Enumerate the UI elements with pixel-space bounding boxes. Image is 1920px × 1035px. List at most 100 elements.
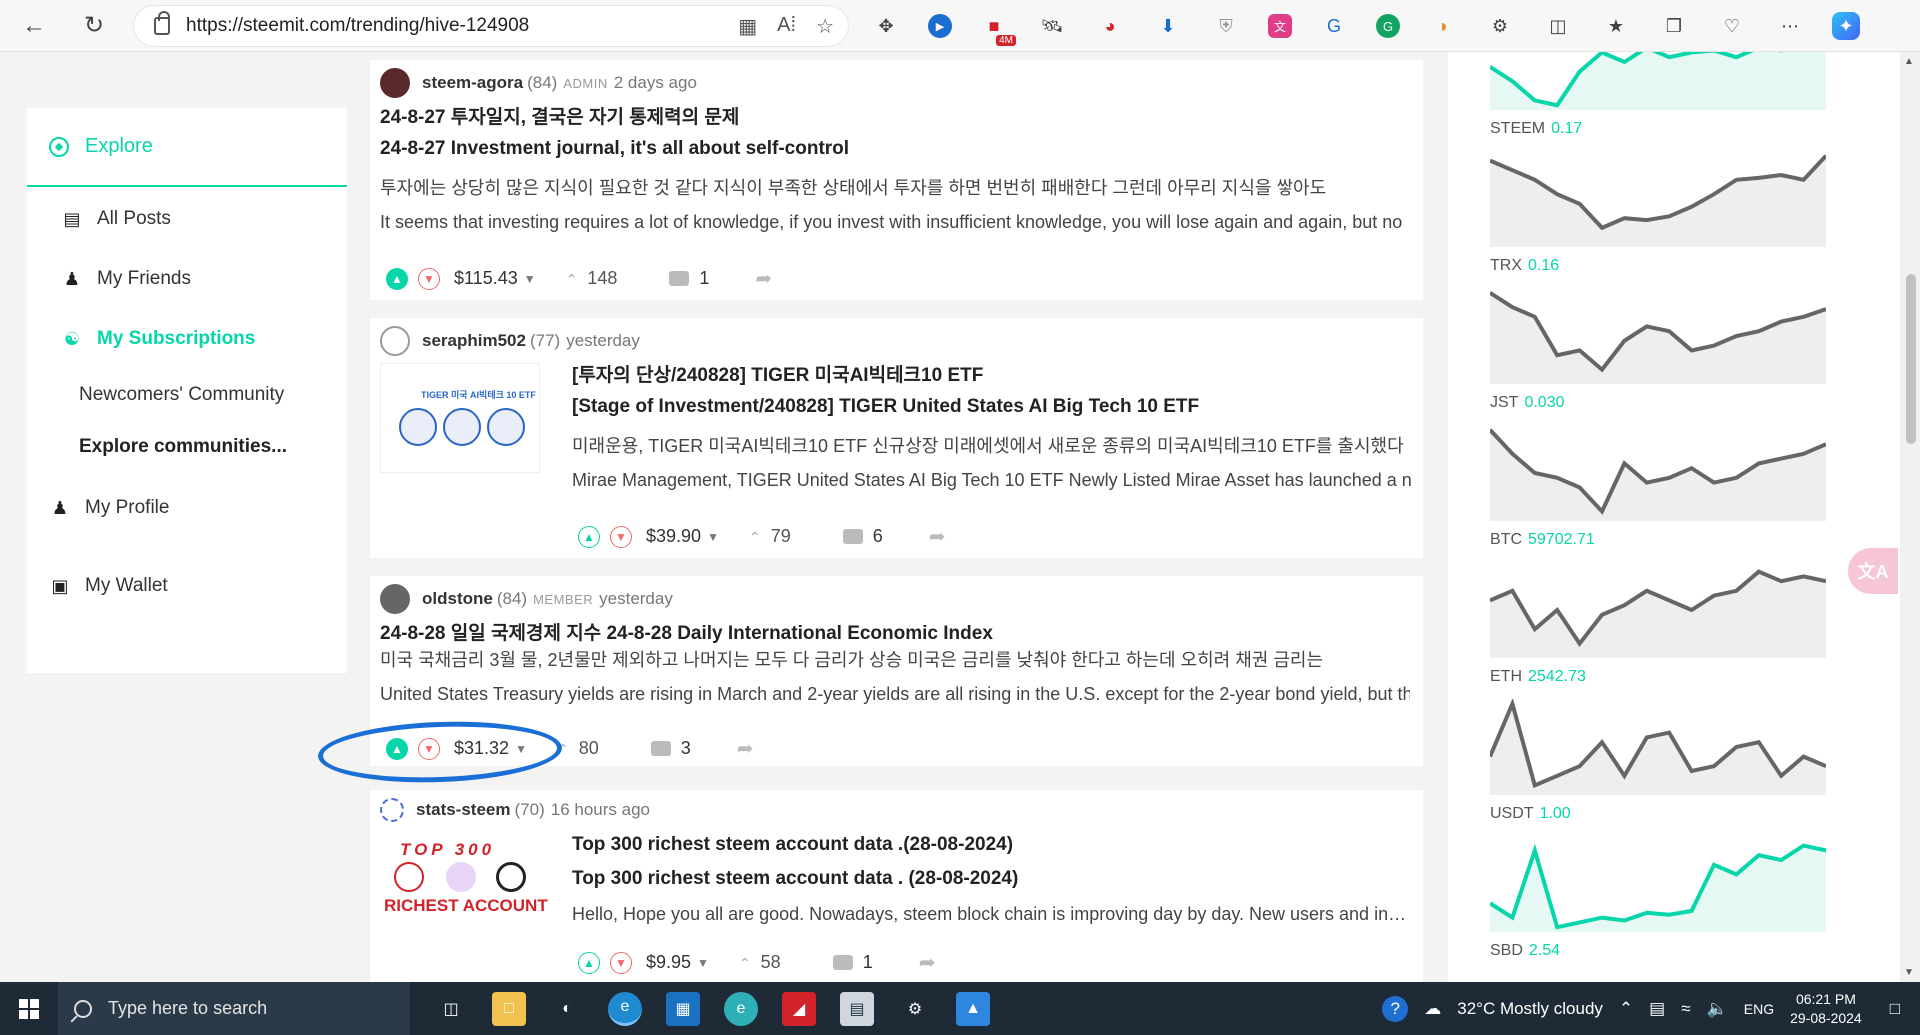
reblog-icon[interactable]: ➦ [929, 524, 946, 549]
store-icon[interactable]: ▦ [666, 991, 700, 1026]
chevron-down-icon[interactable]: ▼ [707, 530, 719, 544]
browser-essentials-icon[interactable]: ♡ [1716, 10, 1748, 42]
reblog-icon[interactable]: ➦ [919, 950, 936, 975]
market-label-steem[interactable]: STEEM 0.17 [1490, 120, 1582, 138]
file-explorer-icon[interactable]: □ [492, 991, 526, 1026]
upvote-button[interactable]: ▲ [578, 951, 600, 974]
post-card[interactable]: seraphim502 (77) yesterday TIGER 미국 AI빅테… [370, 318, 1423, 558]
post-title[interactable]: 24-8-28 일일 국제경제 지수 24-8-28 Daily Interna… [380, 618, 1400, 645]
payout-value[interactable]: $39.90 [646, 526, 701, 547]
favorite-star-icon[interactable]: ☆ [816, 14, 834, 39]
post-excerpt[interactable]: 미래운용, TIGER 미국AI빅테크10 ETF 신규상장 미래에셋에서 새로… [572, 432, 1412, 458]
post-thumbnail[interactable]: TOP 300 RICHEST ACCOUNT [384, 840, 548, 920]
market-label-sbd[interactable]: SBD 2.54 [1490, 942, 1560, 960]
scroll-down-icon[interactable]: ▼ [1904, 967, 1914, 978]
chevron-up-icon[interactable]: ⌃ [1619, 999, 1633, 1019]
start-button[interactable] [0, 982, 58, 1035]
clock[interactable]: 06:21 PM 29-08-2024 [1790, 990, 1862, 1028]
copilot-icon[interactable]: ✦ [1832, 12, 1860, 40]
extension-4m-icon[interactable]: ■ 4M [978, 10, 1016, 46]
scroll-up-icon[interactable]: ▲ [1904, 56, 1914, 67]
market-label-btc[interactable]: BTC 59702.71 [1490, 531, 1595, 549]
post-card[interactable]: stats-steem (70) 16 hours ago TOP 300 RI… [370, 790, 1423, 982]
post-excerpt[interactable]: 미국 국채금리 3월 물, 2년물만 제외하고 나머지는 모두 다 금리가 상승… [380, 646, 1410, 672]
post-excerpt-english[interactable]: Mirae Management, TIGER United States AI… [572, 470, 1412, 491]
extension-moon-icon[interactable]: ◑ [1426, 10, 1458, 42]
chevron-down-icon[interactable]: ▼ [524, 272, 536, 286]
post-time[interactable]: yesterday [599, 589, 673, 609]
post-time[interactable]: yesterday [566, 331, 640, 351]
payout-value[interactable]: $9.95 [646, 952, 691, 973]
upvote-button[interactable]: ▲ [578, 525, 600, 548]
extension-video-icon[interactable]: ▶ [928, 14, 952, 38]
comment-count[interactable]: 1 [669, 268, 709, 289]
market-label-usdt[interactable]: USDT 1.00 [1490, 805, 1571, 823]
post-title-english[interactable]: [Stage of Investment/240828] TIGER Unite… [572, 396, 1402, 418]
back-icon[interactable]: ← [16, 8, 52, 44]
wifi-icon[interactable]: ≈ [1681, 999, 1690, 1019]
post-author[interactable]: seraphim502 [422, 331, 526, 351]
extension-move-icon[interactable]: ✥ [870, 10, 902, 42]
comment-count[interactable]: 1 [832, 952, 873, 973]
page-scrollbar[interactable]: ▲ ▼ [1900, 52, 1920, 982]
edge-browser-icon[interactable]: e [608, 991, 642, 1026]
nav-my-subscriptions[interactable]: ☯ My Subscriptions [27, 309, 347, 369]
market-label-trx[interactable]: TRX 0.16 [1490, 257, 1559, 275]
settings-gear-icon[interactable]: ⚙ [898, 992, 932, 1026]
vote-count[interactable]: ⌃ 148 [566, 268, 618, 289]
remote-desktop-icon[interactable]: ▤ [840, 991, 874, 1026]
avatar[interactable] [380, 798, 404, 822]
edge-icon[interactable]: e [724, 991, 758, 1026]
post-thumbnail[interactable]: TIGER 미국 AI빅테크 10 ETF [380, 363, 540, 473]
notifications-icon[interactable]: □ [1890, 999, 1900, 1019]
post-excerpt[interactable]: 투자에는 상당히 많은 지식이 필요한 것 같다 지식이 부족한 상태에서 투자… [380, 174, 1410, 200]
language-indicator[interactable]: ENG [1744, 1001, 1774, 1017]
upvote-button[interactable]: ▲ [386, 267, 408, 290]
nav-newcomers-community[interactable]: Newcomers' Community [27, 369, 347, 421]
nav-my-friends[interactable]: ♟ My Friends [27, 249, 347, 309]
favorites-icon[interactable]: ★ [1600, 10, 1632, 42]
refresh-icon[interactable]: ↻ [76, 8, 112, 44]
extension-shield-icon[interactable]: ⛨ [1210, 10, 1242, 42]
taskbar-search[interactable]: Type here to search [58, 982, 410, 1035]
split-screen-icon[interactable]: ◫ [1542, 10, 1574, 42]
extension-satellite-icon[interactable]: 🛰 [1036, 10, 1068, 42]
help-icon[interactable]: ? [1382, 995, 1409, 1022]
post-author[interactable]: stats-steem [416, 800, 511, 820]
reblog-icon[interactable]: ➦ [737, 736, 754, 761]
amd-icon[interactable]: ◢ [782, 991, 816, 1026]
more-menu-icon[interactable]: ⋯ [1774, 10, 1806, 42]
post-excerpt-english[interactable]: United States Treasury yields are rising… [380, 684, 1410, 705]
downvote-button[interactable]: ▼ [610, 525, 632, 548]
market-label-jst[interactable]: JST 0.030 [1490, 394, 1565, 412]
post-excerpt[interactable]: Hello, Hope you all are good. Nowadays, … [572, 904, 1412, 925]
photos-icon[interactable]: ▲ [956, 991, 990, 1026]
chevron-down-icon[interactable]: ▼ [697, 956, 709, 970]
nav-explore[interactable]: Explore [27, 108, 347, 187]
vote-count[interactable]: ⌃ 58 [739, 952, 781, 973]
extension-pokeball-icon[interactable]: ◕ [1094, 10, 1126, 42]
post-title-english[interactable]: 24-8-27 Investment journal, it's all abo… [380, 138, 1400, 160]
extension-grammarly-icon[interactable]: G [1376, 14, 1400, 38]
vote-count[interactable]: ⌃ 80 [557, 738, 599, 759]
volume-icon[interactable]: 🔈 [1707, 999, 1728, 1019]
read-aloud-icon[interactable]: A⁞ [777, 14, 796, 39]
scrollbar-thumb[interactable] [1906, 274, 1916, 444]
nav-my-profile[interactable]: ♟ My Profile [27, 473, 347, 543]
collections-icon[interactable]: ❐ [1658, 10, 1690, 42]
nav-my-wallet[interactable]: ▣ My Wallet [27, 543, 347, 629]
comment-count[interactable]: 6 [842, 526, 883, 547]
post-excerpt-english[interactable]: It seems that investing requires a lot o… [380, 212, 1410, 233]
nav-explore-communities[interactable]: Explore communities... [27, 421, 347, 473]
post-card[interactable]: steem-agora (84) ADMIN 2 days ago 24-8-2… [370, 60, 1423, 300]
extension-download-icon[interactable]: ⬇ [1152, 10, 1184, 42]
translate-floating-button[interactable]: 文A [1848, 548, 1898, 594]
post-title[interactable]: Top 300 richest steem account data .(28-… [572, 834, 1402, 856]
post-author[interactable]: steem-agora [422, 73, 523, 93]
network-icon[interactable]: ▤ [1649, 999, 1665, 1019]
apps-icon[interactable]: ▦ [738, 14, 757, 39]
address-bar[interactable]: https://steemit.com/trending/hive-124908… [134, 6, 848, 46]
avatar[interactable] [380, 68, 410, 98]
post-title-english[interactable]: Top 300 richest steem account data . (28… [572, 868, 1402, 890]
post-author[interactable]: oldstone [422, 589, 493, 609]
